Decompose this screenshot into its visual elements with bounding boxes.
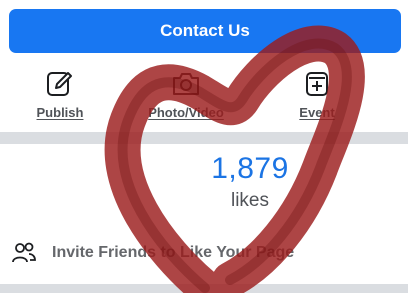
contact-us-label: Contact Us bbox=[160, 21, 250, 40]
invite-friends-row[interactable]: Invite Friends to Like Your Page bbox=[10, 238, 294, 268]
publish-action[interactable]: Publish bbox=[5, 64, 115, 128]
bottom-divider bbox=[0, 284, 408, 293]
people-icon bbox=[12, 242, 36, 263]
likes-label: likes bbox=[230, 190, 269, 211]
contact-us-button[interactable]: Contact Us bbox=[9, 9, 401, 53]
invite-friends-label: Invite Friends to Like Your Page bbox=[52, 244, 295, 261]
edit-icon bbox=[47, 72, 72, 96]
publish-label: Publish bbox=[36, 105, 84, 120]
event-action[interactable]: Event bbox=[262, 64, 372, 128]
likes-count: 1,879 bbox=[211, 152, 289, 185]
camera-icon bbox=[173, 73, 199, 95]
section-divider bbox=[0, 132, 408, 144]
photo-video-action[interactable]: Photo/Video bbox=[131, 64, 241, 128]
event-icon bbox=[306, 72, 328, 96]
event-label: Event bbox=[299, 105, 335, 120]
page-actions-bar: Publish Photo/Video Event bbox=[0, 64, 408, 128]
photo-video-label: Photo/Video bbox=[148, 105, 224, 120]
